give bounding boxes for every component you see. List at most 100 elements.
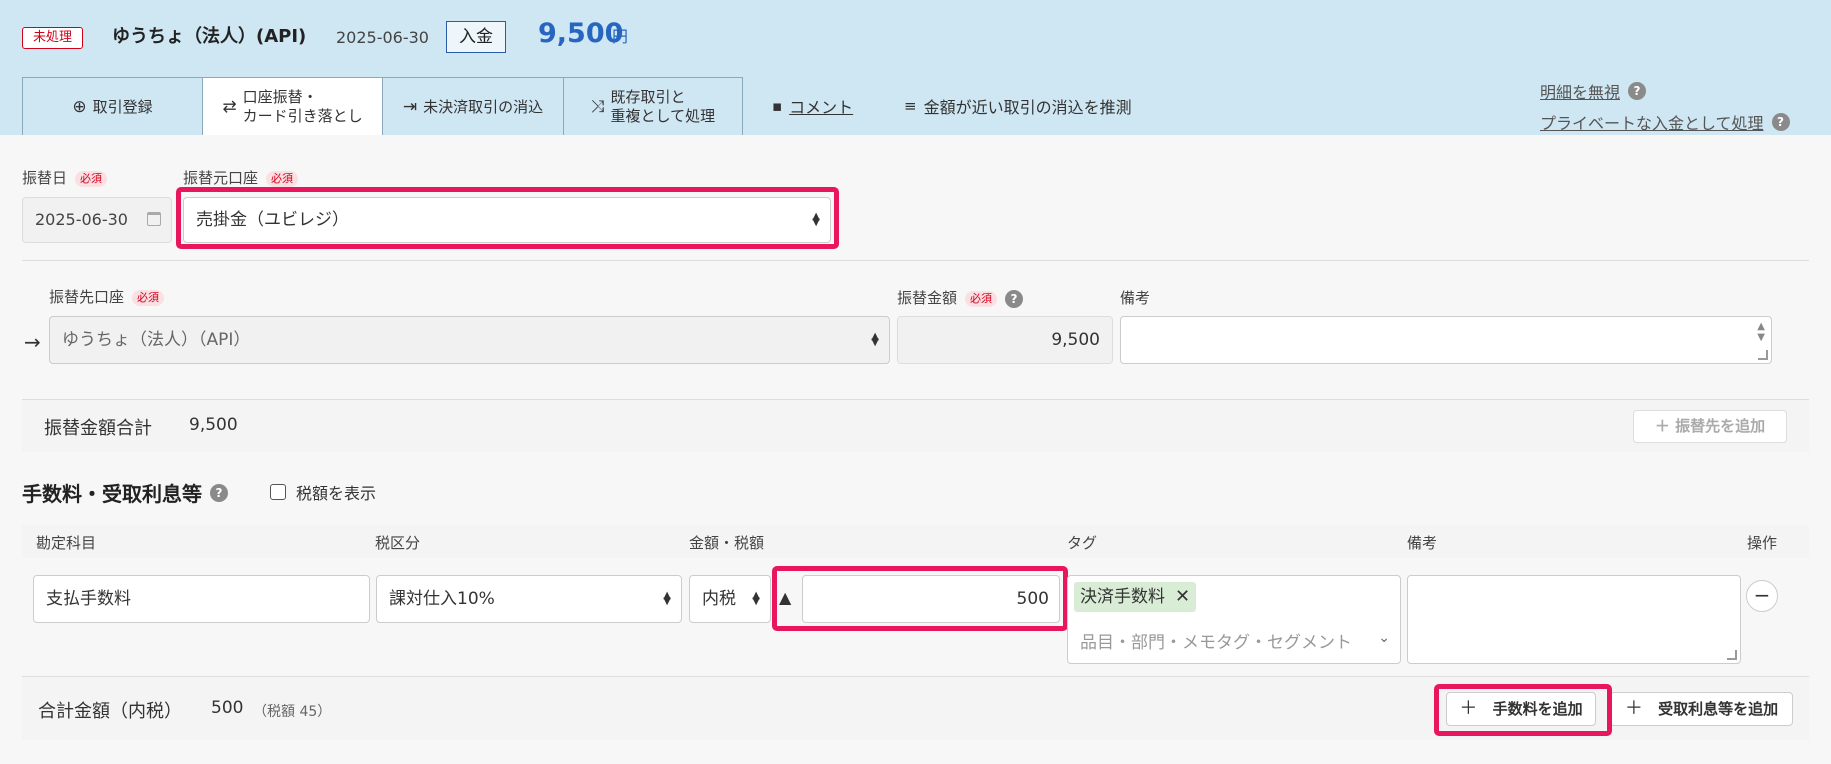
fees-total-label: 合計金額（内税） <box>38 701 182 722</box>
tab-label-line2: 重複として処理 <box>610 106 716 125</box>
fee-note-input[interactable] <box>1407 575 1741 664</box>
button-label: 受取利息等を追加 <box>1658 700 1779 718</box>
to-account-select[interactable]: ゆうちょ（法人）（API） ▲ ▼ <box>49 316 890 364</box>
merge-icon: ⇥ <box>402 96 418 117</box>
tax-class-select[interactable]: 課対仕入10% ▲ ▼ <box>376 575 682 623</box>
add-destination-button[interactable]: ＋ 振替先を追加 <box>1633 410 1787 443</box>
select-value: 課対仕入10% <box>389 589 495 609</box>
amount-unit: 円 <box>612 27 629 46</box>
type-badge: 入金 <box>446 21 506 53</box>
button-label: 振替先を追加 <box>1675 417 1766 435</box>
shuffle-icon: ⤨ <box>590 96 605 117</box>
required-badge: 必須 <box>75 170 108 187</box>
triangle-up-icon: ▲ <box>779 588 792 607</box>
from-account-select[interactable]: 売掛金（ユビレジ） ▲ ▼ <box>183 197 831 243</box>
plus-icon: ＋ <box>1654 417 1670 435</box>
column-header: 操作 <box>1747 534 1778 552</box>
tab-label: 取引登録 <box>92 98 153 116</box>
ignore-statement-link[interactable]: 明細を無視 ? <box>1540 79 1647 103</box>
transaction-date: 2025-06-30 <box>336 28 429 47</box>
fees-total-value: 500 <box>211 698 244 718</box>
tab-duplicate[interactable]: ⤨ 既存取引と 重複として処理 <box>563 77 743 135</box>
fees-section-title: 手数料・受取利息等 ? <box>22 478 228 507</box>
checkbox-box[interactable] <box>270 484 286 500</box>
checkbox-label: 税額を表示 <box>296 484 377 503</box>
required-badge: 必須 <box>132 289 165 306</box>
tag-label: 決済手数料 <box>1080 587 1165 607</box>
chevron-down-icon[interactable]: ⌄ <box>1378 630 1390 646</box>
fee-amount-input[interactable]: 500 <box>802 575 1060 623</box>
add-interest-button[interactable]: ＋ 受取利息等を追加 <box>1610 692 1793 726</box>
column-header: タグ <box>1067 534 1098 552</box>
tag-placeholder: 品目・部門・メモタグ・セグメント <box>1080 633 1352 653</box>
ignore-label: 明細を無視 <box>1540 83 1621 102</box>
show-tax-checkbox[interactable]: 税額を表示 <box>270 480 376 504</box>
help-icon[interactable]: ? <box>1628 82 1647 100</box>
select-arrow-icon: ▲ ▼ <box>752 590 760 607</box>
fees-total-tax: （税額 45） <box>253 704 332 720</box>
close-icon[interactable]: ✕ <box>1175 582 1190 612</box>
suggest-label: 金額が近い取引の消込を推測 <box>923 98 1132 117</box>
tab-label: 未決済取引の消込 <box>423 98 544 116</box>
required-badge: 必須 <box>266 170 299 187</box>
label-text: 振替金額 <box>897 289 958 307</box>
comment-link[interactable]: ▪ コメント <box>772 94 853 118</box>
tab-label-line2: カード引き落とし <box>242 106 363 125</box>
status-badge: 未処理 <box>22 27 84 49</box>
column-header: 税区分 <box>375 534 421 552</box>
spinner-icon[interactable]: ▲ ▼ <box>1757 321 1765 343</box>
label-text: 振替日 <box>22 169 68 187</box>
transfer-note-input[interactable]: ▲ ▼ <box>1120 316 1772 364</box>
tab-transfer[interactable]: ⇄ 口座振替・ カード引き落とし <box>202 77 383 135</box>
help-icon[interactable]: ? <box>1005 290 1024 308</box>
fees-table-header: 勘定科目 税区分 金額・税額 タグ 備考 操作 <box>22 525 1809 558</box>
suggest-link[interactable]: ≡ 金額が近い取引の消込を推測 <box>904 94 1132 118</box>
tax-mode-select[interactable]: 内税 ▲ ▼ <box>689 575 771 623</box>
select-arrow-icon: ▲ ▼ <box>663 590 671 607</box>
transfer-total-label: 振替金額合計 <box>44 418 152 439</box>
transfer-date-input[interactable]: 2025-06-30 <box>22 197 172 243</box>
divider <box>22 260 1809 261</box>
column-header: 金額・税額 <box>689 534 765 552</box>
tab-label: 既存取引と 重複として処理 <box>611 88 716 126</box>
transfer-date-label: 振替日 必須 <box>22 168 108 188</box>
arrow-right-icon: → <box>24 330 41 354</box>
comment-icon: ▪ <box>772 97 783 115</box>
transfer-total-bar: 振替金額合計 9,500 ＋ 振替先を追加 <box>22 399 1809 452</box>
plus-circle-icon: ⊕ <box>72 96 87 117</box>
note-label: 備考 <box>1120 289 1151 307</box>
help-icon[interactable]: ? <box>210 483 228 502</box>
transfer-total-value: 9,500 <box>189 415 238 435</box>
transfer-amount-label: 振替金額 必須? <box>897 288 1024 308</box>
select-value: 売掛金（ユビレジ） <box>196 210 349 230</box>
calendar-icon <box>147 212 161 226</box>
date-value: 2025-06-30 <box>35 210 128 229</box>
tab-label-line1: 口座振替・ <box>242 87 318 106</box>
help-icon[interactable]: ? <box>1771 113 1790 131</box>
resize-grip-icon[interactable] <box>1727 650 1737 660</box>
label-text: 振替先口座 <box>49 288 125 306</box>
select-value: 内税 <box>702 589 736 609</box>
tag-input[interactable]: 決済手数料 ✕ 品目・部門・メモタグ・セグメント ⌄ <box>1067 575 1401 664</box>
section-title-text: 手数料・受取利息等 <box>22 482 202 506</box>
private-income-link[interactable]: プライベートな入金として処理 ? <box>1540 110 1790 134</box>
resize-grip-icon[interactable] <box>1758 350 1768 360</box>
tab-unsettled[interactable]: ⇥ 未決済取引の消込 <box>382 77 564 135</box>
comment-label: コメント <box>789 98 854 117</box>
column-header: 備考 <box>1407 534 1438 552</box>
swap-icon: ⇄ <box>222 96 237 117</box>
transaction-amount: 9,500 <box>538 18 624 49</box>
fee-account-input[interactable]: 支払手数料 <box>33 575 370 623</box>
highlight-box <box>1434 684 1612 736</box>
plus-icon: ＋ <box>1624 698 1643 719</box>
transfer-amount-input[interactable]: 9,500 <box>897 316 1113 364</box>
column-header: 勘定科目 <box>36 534 97 552</box>
account-name: ゆうちょ（法人）(API) <box>112 26 307 47</box>
transaction-page: 未処理 ゆうちょ（法人）(API) 2025-06-30 入金 9,500 円 … <box>0 0 1831 764</box>
required-badge: 必須 <box>965 290 998 307</box>
tab-register[interactable]: ⊕ 取引登録 <box>22 77 203 135</box>
to-account-label: 振替先口座 必須 <box>49 287 165 307</box>
private-label: プライベートな入金として処理 <box>1540 114 1764 133</box>
remove-row-button[interactable]: − <box>1746 580 1778 612</box>
tag-chip: 決済手数料 ✕ <box>1074 582 1197 612</box>
